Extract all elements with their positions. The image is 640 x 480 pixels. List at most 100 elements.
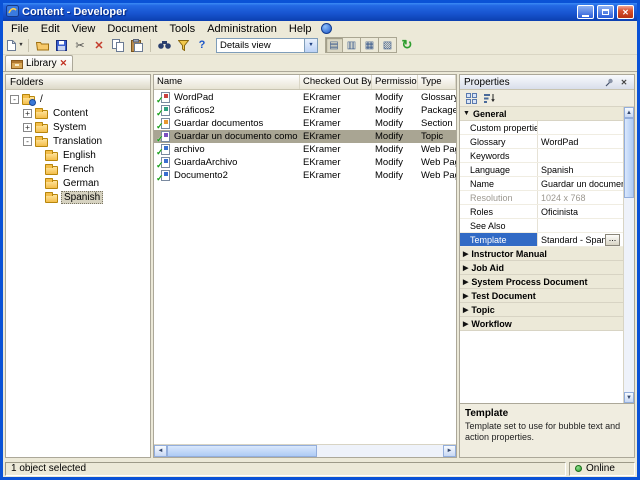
open-button[interactable] <box>33 37 51 53</box>
root-folder-icon <box>22 93 36 106</box>
list-view-button[interactable]: ▥ <box>343 37 361 53</box>
status-bar: 1 object selected Online <box>3 460 637 477</box>
column-header-checked-out-by[interactable]: Checked Out By <box>300 75 372 89</box>
save-icon <box>55 39 67 51</box>
info-ball-icon[interactable] <box>320 23 332 34</box>
icons-view-button[interactable]: ▦ <box>361 37 379 53</box>
property-row-glossary[interactable]: Glossary WordPad <box>460 135 623 149</box>
file-row[interactable]: ✓Documento2 EKramer Modify Web Page <box>154 169 456 182</box>
save-button[interactable] <box>52 37 70 53</box>
category-general[interactable]: ▼ General <box>460 107 623 121</box>
menu-item-document[interactable]: Document <box>101 23 163 35</box>
file-row[interactable]: ✓ Gráficos2 EKramer Modify Package <box>154 104 456 117</box>
scroll-up-button[interactable]: ▲ <box>624 107 634 118</box>
column-header-permission[interactable]: Permission <box>372 75 418 89</box>
view-mode-select[interactable]: Details view ▼ <box>216 37 318 53</box>
sort-alphabetical-button[interactable] <box>482 91 498 105</box>
collapse-expander-icon[interactable]: - <box>23 136 32 146</box>
details-view-button[interactable]: ▤ <box>325 37 343 53</box>
file-list: ✓ WordPad EKramer Modify Glossary ✓ Gráfic… <box>154 90 456 444</box>
refresh-button[interactable]: ↻ <box>398 37 416 53</box>
property-row-language[interactable]: Language Spanish <box>460 163 623 177</box>
menu-item-file[interactable]: File <box>5 23 35 35</box>
menu-item-view[interactable]: View <box>66 23 102 35</box>
new-document-button[interactable]: ▼ <box>6 37 24 53</box>
property-description-title: Template <box>465 408 509 419</box>
categorized-view-button[interactable] <box>463 91 479 105</box>
tree-item-german[interactable]: German <box>6 176 150 190</box>
tree-item-english[interactable]: English <box>6 148 150 162</box>
help-button[interactable]: ? <box>193 37 211 53</box>
menu-item-administration[interactable]: Administration <box>201 23 283 35</box>
scroll-track[interactable] <box>317 445 443 457</box>
expand-expander-icon[interactable]: + <box>23 122 32 132</box>
title-bar[interactable]: Content - Developer ✕ <box>3 3 637 21</box>
property-row-resolution[interactable]: Resolution 1024 x 768 <box>460 191 623 205</box>
menu-item-help[interactable]: Help <box>283 23 318 35</box>
category-instructor-manual[interactable]: ▶ Instructor Manual <box>460 247 623 261</box>
file-row-selected[interactable]: ✓Guardar un documento como archivo nuevo… <box>154 130 456 143</box>
tiles-view-button[interactable]: ▧ <box>379 37 397 53</box>
scroll-right-button[interactable]: ► <box>443 445 456 457</box>
menu-item-edit[interactable]: Edit <box>35 23 66 35</box>
minimize-button[interactable] <box>577 5 594 19</box>
category-closed-icon: ▶ <box>463 320 469 328</box>
file-row[interactable]: ✓archivo EKramer Modify Web Page <box>154 143 456 156</box>
sort-az-icon <box>484 93 495 103</box>
template-browse-button[interactable]: ... <box>605 233 620 246</box>
delete-button[interactable]: ✕ <box>90 37 108 53</box>
category-system-process-document[interactable]: ▶ System Process Document <box>460 275 623 289</box>
close-button[interactable]: ✕ <box>617 5 634 19</box>
column-header-name[interactable]: Name <box>154 75 300 89</box>
property-row-name[interactable]: Name Guardar un documento com... <box>460 177 623 191</box>
property-row-roles[interactable]: Roles Oficinista <box>460 205 623 219</box>
file-row[interactable]: ✓ Guardar documentos EKramer Modify Secti… <box>154 117 456 130</box>
folders-panel: Folders - / + Content + System - Transla… <box>5 74 151 458</box>
tab-library[interactable]: Library ✕ <box>5 55 74 71</box>
category-open-icon: ▼ <box>463 110 470 117</box>
copy-button[interactable] <box>109 37 127 53</box>
view-mode-value: Details view <box>220 39 271 51</box>
cut-button[interactable]: ✂ <box>71 37 89 53</box>
scroll-thumb[interactable] <box>167 445 317 457</box>
filter-button[interactable] <box>174 37 192 53</box>
tree-item-spanish[interactable]: Spanish <box>6 190 150 204</box>
maximize-button[interactable] <box>597 5 614 19</box>
file-row[interactable]: ✓GuardaArchivo EKramer Modify Web Page <box>154 156 456 169</box>
property-row-template[interactable]: Template Standard - Spanish ... <box>460 233 623 247</box>
category-job-aid[interactable]: ▶ Job Aid <box>460 261 623 275</box>
vertical-scrollbar[interactable]: ▲ ▼ <box>623 107 634 403</box>
collapse-expander-icon[interactable]: - <box>10 94 19 104</box>
category-topic[interactable]: ▶ Topic <box>460 303 623 317</box>
file-row[interactable]: ✓ WordPad EKramer Modify Glossary <box>154 91 456 104</box>
find-button[interactable] <box>155 37 173 53</box>
scroll-left-button[interactable]: ◄ <box>154 445 167 457</box>
menu-item-tools[interactable]: Tools <box>164 23 202 35</box>
scroll-track[interactable] <box>624 198 634 392</box>
tree-item-content[interactable]: + Content <box>6 106 150 120</box>
property-row-see-also[interactable]: See Also <box>460 219 623 233</box>
property-row-custom-properties[interactable]: Custom properties <box>460 121 623 135</box>
icons-view-icon: ▦ <box>364 39 375 51</box>
category-closed-icon: ▶ <box>463 264 469 272</box>
scroll-thumb[interactable] <box>624 118 634 198</box>
scroll-down-button[interactable]: ▼ <box>624 392 634 403</box>
tab-close-icon[interactable]: ✕ <box>60 58 68 69</box>
category-workflow[interactable]: ▶ Workflow <box>460 317 623 331</box>
tree-item-system[interactable]: + System <box>6 120 150 134</box>
refresh-icon: ↻ <box>401 37 413 52</box>
paste-button[interactable] <box>128 37 146 53</box>
column-header-type[interactable]: Type <box>418 75 456 89</box>
horizontal-scrollbar[interactable]: ◄ ► <box>154 444 456 457</box>
close-panel-icon[interactable]: ✕ <box>618 76 630 88</box>
tree-item-translation[interactable]: - Translation <box>6 134 150 148</box>
tree-item-root[interactable]: - / <box>6 92 150 106</box>
property-row-keywords[interactable]: Keywords <box>460 149 623 163</box>
app-window: Content - Developer ✕ File Edit View Doc… <box>0 0 640 480</box>
category-test-document[interactable]: ▶ Test Document <box>460 289 623 303</box>
folder-icon <box>35 135 48 147</box>
pin-icon[interactable] <box>603 76 615 88</box>
expand-expander-icon[interactable]: + <box>23 108 32 118</box>
folder-icon <box>45 191 58 203</box>
tree-item-french[interactable]: French <box>6 162 150 176</box>
